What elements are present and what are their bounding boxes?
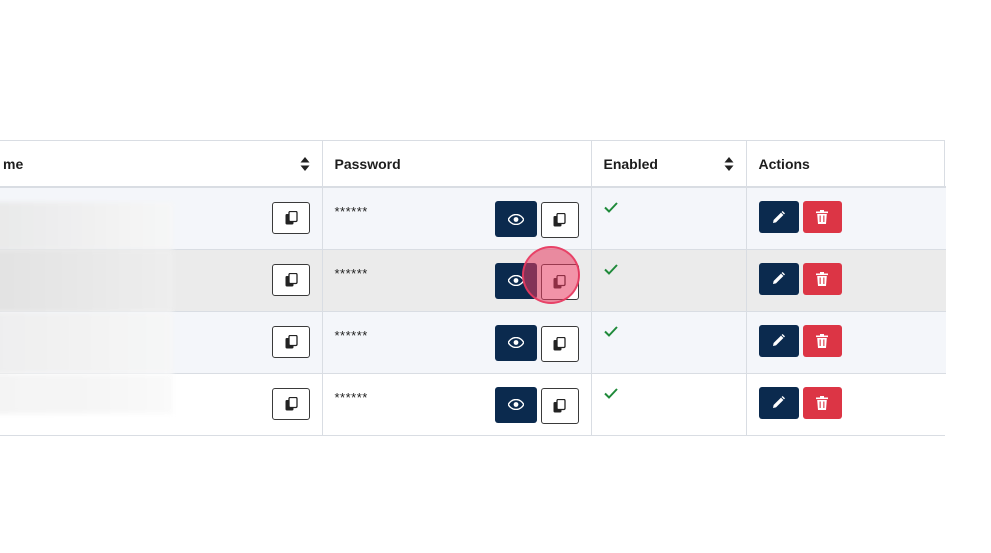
copy-icon — [553, 213, 566, 227]
redacted-name — [0, 373, 173, 414]
eye-icon — [507, 337, 524, 348]
eye-icon — [507, 399, 524, 410]
delete-button[interactable] — [802, 262, 842, 295]
column-header-password-label: Password — [334, 155, 401, 172]
column-header-actions-label: Actions — [758, 155, 810, 172]
table-row: ****** — [0, 249, 946, 312]
pencil-icon — [773, 210, 785, 223]
name-cell — [0, 373, 323, 435]
password-cell: ****** — [322, 249, 592, 312]
actions-cell — [746, 249, 946, 312]
enabled-cell — [591, 187, 747, 250]
check-icon — [603, 387, 618, 399]
copy-name-button[interactable] — [272, 202, 310, 234]
password-masked: ****** — [334, 389, 368, 405]
redacted-name — [0, 202, 173, 250]
column-header-name-label: me — [3, 155, 24, 172]
table-row: ****** — [0, 311, 946, 374]
credentials-table: me Password Enabled Actions ****** *****… — [0, 140, 946, 436]
copy-password-button[interactable] — [540, 325, 579, 362]
delete-button[interactable] — [802, 201, 842, 233]
copy-icon — [553, 274, 566, 288]
actions-cell — [746, 373, 946, 435]
edit-button[interactable] — [758, 201, 799, 233]
name-cell — [0, 311, 323, 374]
copy-password-button[interactable] — [540, 202, 579, 238]
password-masked: ****** — [334, 204, 368, 219]
delete-button[interactable] — [802, 324, 842, 357]
copy-name-button[interactable] — [272, 387, 310, 420]
show-password-button[interactable] — [494, 262, 537, 299]
trash-icon — [816, 395, 828, 410]
pencil-icon — [773, 396, 785, 408]
copy-password-button[interactable] — [540, 263, 579, 300]
table-row: ****** — [0, 373, 946, 435]
check-icon — [603, 263, 618, 275]
eye-icon — [507, 275, 524, 286]
copy-icon — [553, 398, 566, 412]
name-cell — [0, 187, 323, 250]
pencil-icon — [773, 272, 785, 284]
password-masked: ****** — [334, 327, 368, 343]
show-password-button[interactable] — [494, 324, 537, 361]
actions-cell — [746, 187, 946, 250]
eye-icon — [507, 213, 524, 225]
enabled-cell — [591, 373, 747, 435]
enabled-cell — [591, 311, 747, 374]
copy-icon — [285, 211, 298, 225]
edit-button[interactable] — [758, 262, 799, 295]
password-cell: ****** — [322, 311, 592, 374]
show-password-button[interactable] — [494, 386, 537, 423]
copy-name-button[interactable] — [272, 263, 310, 296]
check-icon — [603, 202, 618, 213]
column-header-password: Password — [322, 141, 592, 188]
copy-icon — [285, 334, 298, 348]
password-masked: ****** — [334, 265, 368, 281]
pencil-icon — [773, 334, 785, 346]
redacted-name — [0, 249, 173, 312]
copy-password-button[interactable] — [540, 387, 579, 424]
redacted-name — [0, 311, 173, 374]
trash-icon — [816, 210, 828, 224]
sort-icon[interactable] — [300, 156, 310, 171]
password-cell: ****** — [322, 187, 592, 250]
check-icon — [603, 325, 618, 337]
enabled-cell — [591, 249, 747, 312]
edit-button[interactable] — [758, 324, 799, 357]
copy-icon — [553, 336, 566, 350]
name-cell — [0, 249, 323, 312]
trash-icon — [816, 271, 828, 286]
trash-icon — [816, 333, 828, 348]
password-cell: ****** — [322, 373, 592, 435]
copy-icon — [285, 396, 298, 410]
delete-button[interactable] — [802, 386, 842, 419]
show-password-button[interactable] — [494, 201, 537, 237]
column-header-name[interactable]: me — [0, 141, 323, 188]
sort-icon[interactable] — [724, 156, 734, 171]
table-row: ****** — [0, 187, 946, 250]
copy-name-button[interactable] — [272, 325, 310, 358]
copy-icon — [285, 272, 298, 286]
column-header-enabled-label: Enabled — [603, 155, 658, 172]
column-header-enabled[interactable]: Enabled — [591, 141, 747, 188]
table-header-row: me Password Enabled Actions — [0, 141, 946, 188]
edit-button[interactable] — [758, 386, 799, 419]
actions-cell — [746, 311, 946, 374]
column-header-actions: Actions — [746, 141, 946, 188]
